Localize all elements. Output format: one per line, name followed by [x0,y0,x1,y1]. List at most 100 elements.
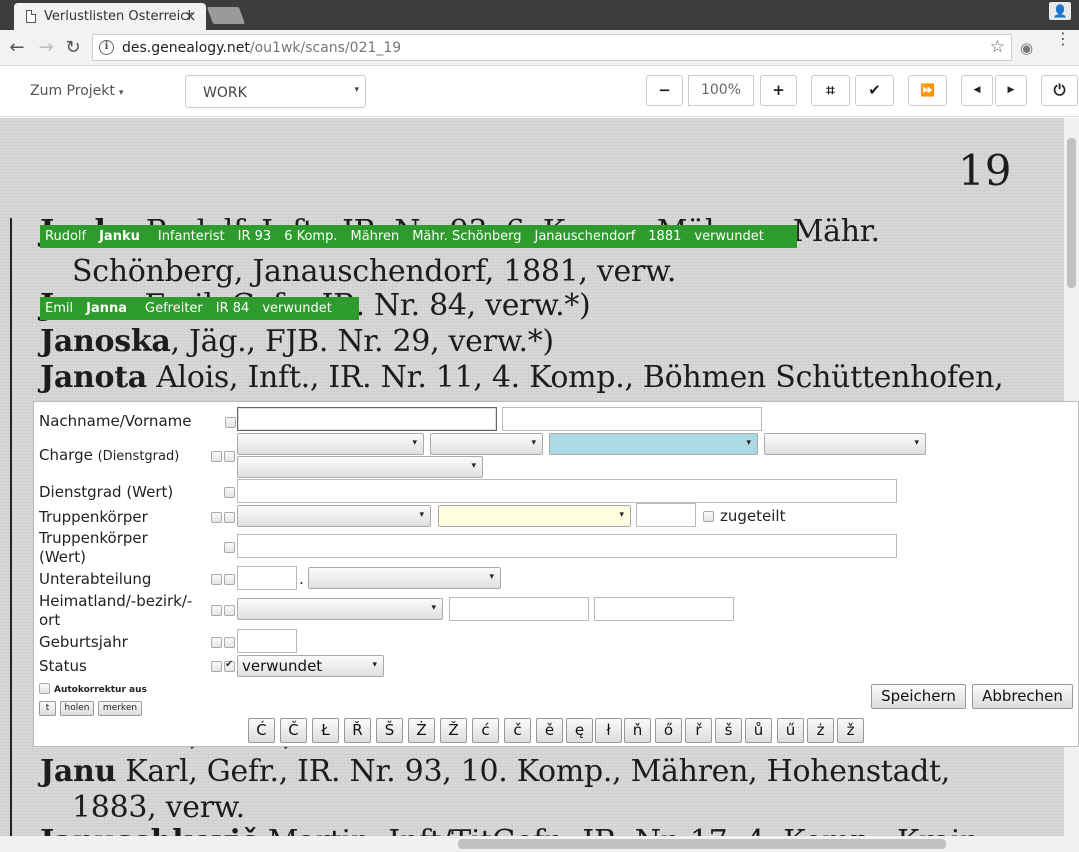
special-char-button[interactable]: ł [595,718,622,743]
browser-tab[interactable]: Verlustlisten Österreich × [14,3,206,30]
confirm-button[interactable]: ✔ [855,75,894,106]
work-select-value: WORK [203,85,247,101]
merken-button[interactable]: merken [98,701,142,716]
t-button[interactable]: t [39,701,56,716]
special-char-button[interactable]: ő [655,718,682,743]
fast-forward-button[interactable]: ⏩ [908,75,947,106]
unterabteilung-flag-checkbox[interactable] [211,574,222,585]
dienstgrad-flag-checkbox[interactable] [224,487,235,498]
special-char-button[interactable]: ě [536,718,563,743]
special-char-button[interactable]: ň [624,718,651,743]
special-char-button[interactable]: Ż [408,718,435,743]
status-select[interactable]: verwundet ▾ [237,655,384,677]
new-tab-button[interactable] [206,7,246,24]
geburtsjahr-flag-checkbox-2[interactable] [224,637,235,648]
browser-menu-icon[interactable]: ⋮ [1055,31,1071,47]
charge-select-1[interactable]: ▾ [237,433,424,455]
firstname-input[interactable] [502,407,762,431]
special-char-button[interactable]: Ž [440,718,467,743]
power-button[interactable]: ⏻ [1041,75,1078,106]
unterabteilung-flag-checkbox-2[interactable] [224,574,235,585]
truppenkoerper-wert-input[interactable] [237,534,897,558]
heimat-flag-checkbox-2[interactable] [224,605,235,616]
geburtsjahr-input[interactable] [237,629,297,653]
scrollbar-thumb[interactable] [1067,138,1076,288]
special-char-button[interactable]: ę [566,718,593,743]
zoom-in-button[interactable]: + [760,75,797,106]
regiment-select[interactable]: ▾ [438,505,631,527]
project-menu[interactable]: Zum Projekt ▾ [30,83,123,99]
truppen-wert-flag-checkbox[interactable] [224,542,235,553]
status-flag-checkbox[interactable] [211,661,222,672]
truppen-flag-checkbox[interactable] [211,512,222,523]
status-label: Status [39,657,87,675]
scan-text-line: Janoska, Jäg., FJB. Nr. 29, verw.*) [40,324,554,359]
geburtsjahr-flag-checkbox[interactable] [211,637,222,648]
truppen-flag-checkbox-2[interactable] [224,512,235,523]
unterabteilung-select[interactable]: ▾ [308,567,501,589]
info-icon[interactable]: i [99,40,114,55]
special-char-button[interactable]: Ř [344,718,371,743]
record-highlight[interactable]: Rudolf Janku Infanterist IR 93 6 Komp. Mähren… [40,225,797,248]
special-char-button[interactable]: š [715,718,742,743]
special-char-button[interactable]: ř [685,718,712,743]
reload-icon[interactable]: ↻ [62,37,84,58]
heimat-flag-checkbox[interactable] [211,605,222,616]
regiment-number-input[interactable] [636,503,696,527]
name-label: Nachname/Vorname [39,412,192,430]
charge-flag-checkbox-2[interactable] [224,451,235,462]
record-highlight[interactable]: Emil Janna Gefreiter IR 84 verwundet [40,297,359,320]
charge-select-3[interactable]: ▾ [549,433,758,455]
holen-button[interactable]: holen [60,701,94,716]
special-char-button[interactable]: č [504,718,531,743]
next-button[interactable]: ▶ [995,75,1027,106]
truppenkoerper-select[interactable]: ▾ [237,505,431,527]
zugeteilt-checkbox[interactable] [703,511,714,522]
work-select[interactable]: WORK ▾ [185,75,366,108]
previous-button[interactable]: ◀ [961,75,993,106]
bezirk-input[interactable] [449,597,589,621]
chevron-down-icon: ▾ [619,510,624,520]
close-tab-icon[interactable]: × [184,7,197,25]
special-char-button[interactable]: ů [745,718,772,743]
scan-text-line: 1883, verw. [72,790,245,825]
user-profile-icon[interactable]: 👤 [1049,2,1071,20]
horizontal-scrollbar[interactable] [0,836,1079,852]
charge-select-2[interactable]: ▾ [430,433,543,455]
scan-page-number: 19 [958,146,1012,195]
name-flag-checkbox[interactable] [225,417,236,428]
charge-select-4[interactable]: ▾ [764,433,926,455]
heimatland-select[interactable]: ▾ [237,598,443,620]
scan-text-line: Januschkovič Martin, Inft/TitGefr., IR. … [40,824,979,836]
special-char-button[interactable]: ž [837,718,864,743]
url-text: des.genealogy.net/ou1wk/scans/021_19 [122,40,402,56]
bookmark-star-icon[interactable]: ☆ [990,37,1005,57]
unterabteilung-number-input[interactable] [237,566,297,590]
url-input[interactable]: i des.genealogy.net/ou1wk/scans/021_19 ☆ [92,34,1012,61]
special-char-button[interactable]: Š [376,718,403,743]
special-char-button[interactable]: Č [280,718,307,743]
chevron-down-icon: ▾ [746,438,751,448]
crop-button[interactable]: ⌗ [811,75,850,106]
charge-select-5[interactable]: ▾ [237,456,483,478]
camera-icon[interactable]: ◉ [1020,39,1033,57]
surname-input[interactable] [237,407,497,431]
autokorrektur-checkbox[interactable] [39,683,50,694]
forward-icon[interactable]: → [35,37,57,58]
dienstgrad-wert-input[interactable] [237,479,897,503]
special-char-button[interactable]: ć [472,718,499,743]
cancel-button[interactable]: Abbrechen [972,684,1073,709]
ort-input[interactable] [594,597,734,621]
charge-flag-checkbox[interactable] [211,451,222,462]
scrollbar-thumb[interactable] [458,839,946,849]
scan-text-line: Schönberg, Janauschendorf, 1881, verw. [72,254,677,289]
address-bar: ← → ↻ i des.genealogy.net/ou1wk/scans/02… [0,30,1079,66]
special-char-button[interactable]: ż [807,718,834,743]
special-char-button[interactable]: Ć [248,718,275,743]
special-char-button[interactable]: Ł [312,718,339,743]
save-button[interactable]: Speichern [871,684,966,709]
zoom-out-button[interactable]: − [646,75,683,106]
special-char-button[interactable]: ű [777,718,804,743]
back-icon[interactable]: ← [6,37,28,58]
status-flag-checkbox-checked[interactable] [224,659,235,672]
